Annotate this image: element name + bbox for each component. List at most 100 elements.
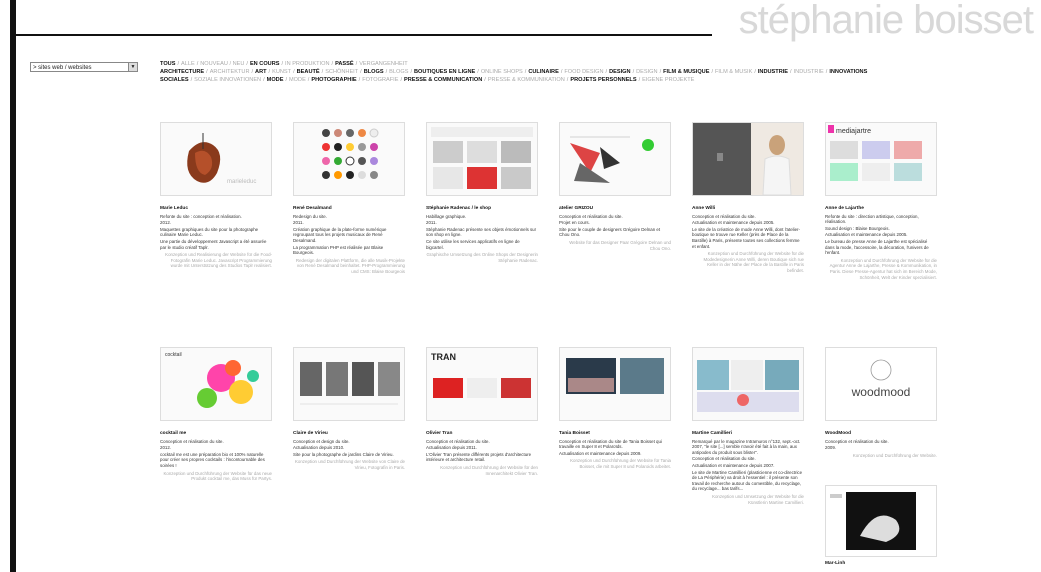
site-logo[interactable]: stéphanie boisset xyxy=(739,0,1034,43)
project-card[interactable]: Tania Boisset Conception et réalisation … xyxy=(559,347,671,470)
nav-category-link[interactable]: FILM & MUSIQUE xyxy=(663,69,709,75)
project-title[interactable]: Anne Willi xyxy=(692,206,804,212)
nav-separator: / xyxy=(477,69,479,75)
project-description-line: Refonte du site : direction artistique, … xyxy=(825,213,919,225)
nav-category-link[interactable]: INDUSTRIE xyxy=(794,69,824,75)
project-title[interactable]: René Desalmand xyxy=(293,206,405,212)
nav-category-link[interactable]: IN PRODUKTION xyxy=(285,61,329,67)
nav-separator: / xyxy=(566,77,569,83)
project-title[interactable]: WoodMood xyxy=(825,431,937,437)
nav-category-link[interactable]: VERGANGENHEIT xyxy=(359,61,408,67)
project-card[interactable]: Martine Camillieri Remarqué par le magaz… xyxy=(692,347,804,505)
project-title[interactable]: Mar-Linh xyxy=(825,561,937,567)
project-thumbnail[interactable] xyxy=(559,347,671,421)
project-description-line: Conception et réalisation du site de Tan… xyxy=(559,438,662,450)
project-description-line: 2011. xyxy=(293,220,304,226)
project-title[interactable]: cocktail me xyxy=(160,431,272,437)
project-description-line: Actualisation depuis 2010. xyxy=(293,445,345,451)
project-description: Habillage graphique. 2011. Stéphanie Raden… xyxy=(426,214,538,251)
nav-separator: / xyxy=(268,69,271,75)
nav-category-link[interactable]: BOUTIQUES EN LIGNE xyxy=(414,69,475,75)
nav-separator: / xyxy=(638,77,641,83)
project-card[interactable]: mediajartre Anne de Lajarthe Refonte du … xyxy=(825,122,937,280)
nav-category-link[interactable]: KUNST xyxy=(272,69,291,75)
project-thumbnail[interactable] xyxy=(293,347,405,421)
project-card[interactable]: Claire de Virieu Conception et design du… xyxy=(293,347,405,471)
project-thumbnail[interactable]: cocktail xyxy=(160,347,272,421)
project-card[interactable]: atelier GRIZOU Conception et réalisation… xyxy=(559,122,671,251)
project-title[interactable]: Stéphanie Radenac / le shop xyxy=(426,206,538,212)
project-thumbnail[interactable]: marieleduc xyxy=(160,122,272,196)
nav-category-link[interactable]: PHOTOGRAPHIE xyxy=(311,77,356,83)
project-title[interactable]: atelier GRIZOU xyxy=(559,206,671,212)
nav-category-link[interactable]: INNOVATIONS xyxy=(829,69,867,75)
project-card[interactable]: Stéphanie Radenac / le shop Habillage gr… xyxy=(426,122,538,263)
nav-category-link[interactable]: PRESSE & COMMUNICATION xyxy=(404,77,482,83)
nav-separator: / xyxy=(358,77,361,83)
category-select[interactable]: > sites web / websites ▼ xyxy=(30,62,138,72)
project-description-de: Redesign der digitalen Plattform, die al… xyxy=(295,257,405,274)
nav-category-link[interactable]: BEAUTÉ xyxy=(297,69,320,75)
project-title[interactable]: Claire de Virieu xyxy=(293,431,405,437)
project-thumbnail[interactable] xyxy=(559,122,671,196)
project-title[interactable]: Olivier Tran xyxy=(426,431,538,437)
nav-category-link[interactable]: BLOGS xyxy=(364,69,384,75)
project-thumbnail[interactable]: TRAN xyxy=(426,347,538,421)
nav-category-link[interactable]: EIGENE PROJEKTE xyxy=(642,77,694,83)
nav-category-link[interactable]: EN COURS xyxy=(250,61,280,67)
project-description-line: Conception et design du site. xyxy=(293,438,350,444)
project-title[interactable]: Tania Boisset xyxy=(559,431,671,437)
project-card[interactable]: TRAN Olivier Tran Conception et réalisat… xyxy=(426,347,538,476)
project-thumbnail[interactable] xyxy=(692,347,804,421)
nav-category-link[interactable]: ARCHITEKTUR xyxy=(210,69,250,75)
project-thumbnail[interactable]: mediajartre xyxy=(825,122,937,196)
project-card[interactable]: René Desalmand Redesign du site. 2011. Cré… xyxy=(293,122,405,275)
project-description: Conception et design du site. Actualisati… xyxy=(293,439,405,458)
project-card[interactable]: Anne Willi Conception et réalisation du … xyxy=(692,122,804,274)
nav-category-link[interactable]: BLOGS xyxy=(389,69,408,75)
nav-category-link[interactable]: INDUSTRIE xyxy=(758,69,788,75)
nav-category-link[interactable]: ART xyxy=(255,69,267,75)
nav-category-link[interactable]: FOTOGRAFIE xyxy=(362,77,398,83)
nav-category-link[interactable]: FILM & MUSIK xyxy=(715,69,752,75)
nav-category-link[interactable]: PRESSE & KOMMUNIKATION xyxy=(488,77,565,83)
nav-category-link[interactable]: DESIGN xyxy=(609,69,630,75)
nav-separator: / xyxy=(355,61,358,67)
nav-category-link[interactable]: PROJETS PERSONNELS xyxy=(570,77,636,83)
project-card[interactable]: marieleduc Marie Leduc Refonte du site :… xyxy=(160,122,272,269)
project-description: Conception et réalisation du site. Actual… xyxy=(426,439,538,463)
nav-separator: / xyxy=(360,69,362,75)
project-thumbnail[interactable] xyxy=(692,122,804,196)
nav-category-link[interactable]: MODE xyxy=(267,77,284,83)
nav-category-link[interactable]: MODE xyxy=(289,77,306,83)
nav-category-link[interactable]: ONLINE SHOPS xyxy=(481,69,523,75)
chevron-down-icon[interactable]: ▼ xyxy=(128,63,137,71)
project-description-line: Le site de la créatrice de mode Anne Wil… xyxy=(692,226,800,249)
category-nav-row: ARCHITECTURE / ARCHITEKTUR / ART / KUNST / BEAUT… xyxy=(160,68,1040,76)
project-thumbnail[interactable] xyxy=(293,122,405,196)
project-thumbnail[interactable] xyxy=(426,122,538,196)
nav-category-link[interactable]: ALLE xyxy=(181,61,195,67)
project-card[interactable]: cocktail cocktail me Conception et réali… xyxy=(160,347,272,482)
project-card[interactable]: Mar-Linh xyxy=(825,485,937,567)
nav-category-link[interactable]: DESIGN xyxy=(636,69,657,75)
project-thumbnail[interactable]: woodmood xyxy=(825,347,937,421)
nav-category-link[interactable]: SOCIALES xyxy=(160,77,189,83)
project-card[interactable]: woodmood WoodMood Conception et réalisat… xyxy=(825,347,937,458)
project-title[interactable]: Martine Camillieri xyxy=(692,431,804,437)
nav-category-link[interactable]: SOZIALE INNOVATIONEN xyxy=(194,77,261,83)
project-thumbnail[interactable] xyxy=(825,485,937,557)
project-description-line: Création graphique de la plate-forme num… xyxy=(293,226,387,243)
project-description-line: Habillage graphique. xyxy=(426,213,467,219)
nav-category-link[interactable]: FOOD DESIGN xyxy=(564,69,603,75)
project-description-line: Le site de Martine Camillieri (plasticie… xyxy=(692,469,803,492)
nav-category-link[interactable]: CULINAIRE xyxy=(528,69,558,75)
nav-category-link[interactable]: ARCHITECTURE xyxy=(160,69,204,75)
nav-category-link[interactable]: TOUS xyxy=(160,61,175,67)
nav-category-link[interactable]: NOUVEAU / NEU xyxy=(200,61,244,67)
project-title[interactable]: Marie Leduc xyxy=(160,206,272,212)
project-description-de: Konzeption und Realisierung der Website … xyxy=(165,252,272,269)
nav-category-link[interactable]: SCHÖNHEIT xyxy=(325,69,358,75)
nav-category-link[interactable]: PASSÉ xyxy=(335,61,354,67)
project-title[interactable]: Anne de Lajarthe xyxy=(825,206,937,212)
